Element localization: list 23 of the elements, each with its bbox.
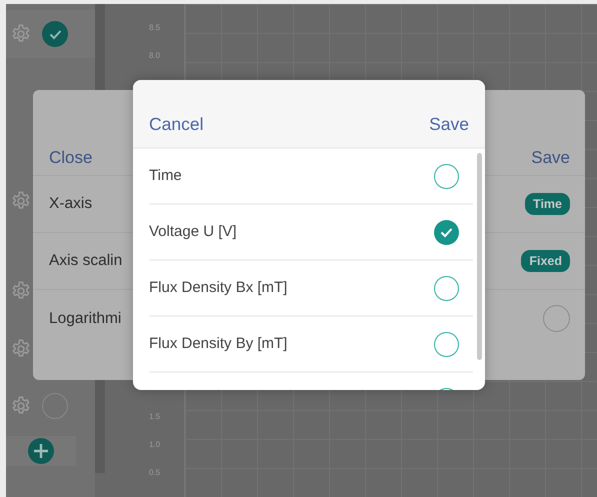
scrollbar-thumb[interactable] bbox=[477, 153, 482, 360]
radio-button[interactable] bbox=[434, 164, 459, 188]
save-button[interactable]: Save bbox=[429, 110, 469, 137]
checkmark-icon bbox=[48, 28, 62, 40]
toggle-circle[interactable] bbox=[543, 305, 570, 332]
radio-button[interactable] bbox=[434, 220, 459, 244]
option-label[interactable]: Voltage U [V] bbox=[149, 220, 237, 244]
add-icon[interactable] bbox=[28, 438, 54, 464]
option-label[interactable]: Flux Density By [mT] bbox=[149, 332, 288, 356]
setting-label: Axis scalin bbox=[49, 251, 122, 272]
checkbox[interactable] bbox=[42, 21, 68, 47]
checkmark-icon bbox=[440, 226, 453, 238]
value-badge[interactable]: Time bbox=[525, 192, 570, 216]
setting-label: X-axis bbox=[49, 194, 92, 214]
close-link[interactable]: Close bbox=[49, 144, 92, 170]
setting-label: Logarithmi bbox=[49, 308, 122, 329]
option-label[interactable]: Flux Density Bx [mT] bbox=[149, 276, 288, 300]
save-link[interactable]: Save bbox=[531, 144, 570, 170]
option-label[interactable]: Time bbox=[149, 164, 182, 188]
cancel-button[interactable]: Cancel bbox=[149, 110, 204, 137]
radio-button[interactable] bbox=[434, 332, 459, 356]
radio-button[interactable] bbox=[434, 276, 459, 300]
value-badge[interactable]: Fixed bbox=[521, 250, 570, 272]
